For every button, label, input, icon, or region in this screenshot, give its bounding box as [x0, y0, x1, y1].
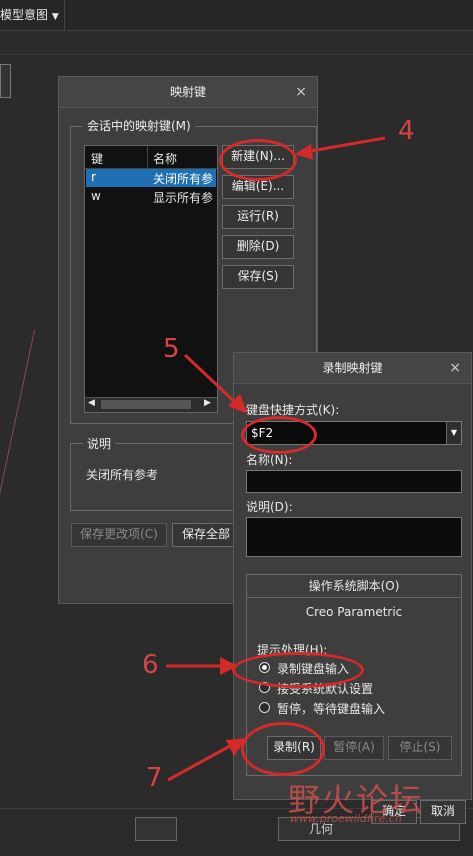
list-header: 键 名称 — [85, 146, 217, 169]
model-view-dropdown[interactable]: 模型意图 ▼ — [0, 6, 59, 23]
annotation-number-6: 6 — [142, 650, 159, 680]
tab-os-script-label: 操作系统脚本(O) — [308, 579, 400, 593]
annotation-arrow-6 — [166, 657, 238, 675]
table-row[interactable]: w 显示所有参 — [86, 188, 216, 206]
selection-filter-button[interactable] — [135, 817, 177, 841]
save-all-button[interactable]: 保存全部 — [172, 523, 240, 547]
row-key: r — [91, 170, 96, 184]
chevron-down-icon[interactable]: ▼ — [446, 422, 461, 444]
annotation-arrow-4 — [295, 136, 386, 160]
toolbar-divider — [64, 0, 65, 30]
tab-os-script[interactable]: 操作系统脚本(O) — [247, 575, 461, 598]
radio-label: 暂停，等待键盘输入 — [277, 702, 386, 716]
annotation-oval-record-button — [241, 722, 325, 776]
save-mapkey-button[interactable]: 保存(S) — [222, 265, 294, 289]
annotation-oval-record-keyboard — [232, 652, 364, 688]
annotation-arrow-5 — [183, 353, 248, 414]
record-dialog-title-text: 录制映射键 — [322, 361, 383, 375]
side-panel-handle[interactable] — [0, 64, 11, 98]
mapkey-dialog-title: 映射键 × — [59, 77, 317, 108]
cancel-button[interactable]: 取消 — [420, 800, 466, 824]
row-key: w — [91, 189, 101, 203]
row-name: 显示所有参 — [153, 191, 214, 205]
save-changes-button[interactable]: 保存更改项(C) — [71, 523, 167, 547]
shortcut-label: 键盘快捷方式(K): — [246, 403, 340, 417]
stop-button[interactable]: 停止(S) — [388, 736, 452, 760]
scrollbar-thumb[interactable] — [101, 400, 191, 409]
app-name: Creo Parametric — [305, 605, 403, 619]
model-edge-line — [0, 330, 38, 650]
description-label: 说明 — [83, 435, 116, 452]
annotation-arrow-7 — [167, 738, 246, 782]
annotation-oval-shortcut — [241, 416, 317, 454]
close-icon[interactable]: × — [449, 353, 461, 383]
table-row[interactable]: r 关闭所有参 — [86, 169, 216, 187]
watermark-url: www.proewildfire.cn — [290, 812, 402, 825]
radio-pause-wait[interactable]: 暂停，等待键盘输入 — [259, 700, 459, 716]
description-label: 说明(D): — [246, 500, 293, 514]
description-text: 关闭所有参考 — [86, 468, 159, 482]
annotation-number-7: 7 — [146, 763, 163, 793]
close-icon[interactable]: × — [295, 77, 307, 107]
chevron-down-icon: ▼ — [51, 12, 59, 22]
column-header-key[interactable]: 键 — [91, 150, 103, 167]
session-mapkeys-label: 会话中的映射键(M) — [83, 117, 195, 134]
annotation-number-4: 4 — [398, 116, 415, 146]
run-mapkey-button[interactable]: 运行(R) — [222, 205, 294, 229]
model-view-label: 模型意图 — [0, 8, 49, 22]
pause-button[interactable]: 暂停(A) — [324, 736, 384, 760]
delete-mapkey-button[interactable]: 删除(D) — [222, 235, 294, 259]
name-input[interactable] — [246, 470, 462, 493]
mapkey-dialog-title-text: 映射键 — [169, 85, 206, 99]
column-header-name[interactable]: 名称 — [153, 150, 177, 167]
chevron-left-icon[interactable]: ◀ — [88, 398, 95, 408]
annotation-number-5: 5 — [163, 334, 180, 364]
top-toolbar: 模型意图 ▼ — [0, 0, 473, 31]
radio-icon — [259, 702, 270, 713]
column-divider — [147, 146, 148, 168]
ribbon-divider — [0, 54, 473, 55]
description-input[interactable] — [246, 517, 462, 557]
row-name: 关闭所有参 — [153, 172, 214, 186]
record-dialog-title: 录制映射键 × — [234, 353, 471, 384]
